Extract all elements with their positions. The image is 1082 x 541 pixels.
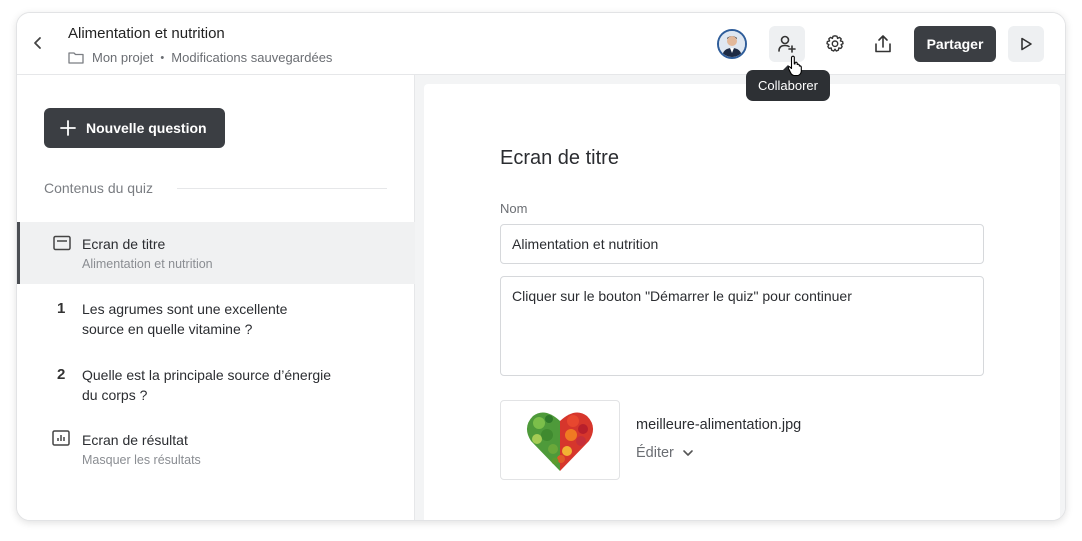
edit-image-button[interactable]: Éditer (636, 445, 694, 461)
screen-title: Ecran de titre (500, 147, 619, 169)
title-screen-icon (53, 235, 71, 251)
separator: • (160, 51, 165, 64)
hand-pointer-icon (787, 55, 803, 82)
question-number: 1 (57, 300, 66, 317)
sidebar-item-sublabel: Alimentation et nutrition (82, 257, 213, 271)
folder-icon (68, 51, 84, 64)
upload-icon (875, 35, 891, 53)
share-button[interactable]: Partager (914, 26, 996, 62)
gear-icon (826, 35, 844, 52)
play-icon (1021, 37, 1032, 51)
play-button[interactable] (1008, 26, 1044, 62)
sidebar-item-label: Quelle est la principale source d’énergi… (82, 367, 332, 403)
app-window: Alimentation et nutrition Mon projet • M… (16, 12, 1066, 521)
top-bar: Alimentation et nutrition Mon projet • M… (17, 13, 1065, 75)
chevron-left-icon (34, 37, 41, 49)
plus-icon (60, 120, 76, 136)
new-question-button[interactable]: Nouvelle question (44, 108, 225, 148)
user-plus-icon (778, 35, 796, 53)
question-number: 2 (57, 366, 66, 383)
sidebar-item-sublabel: Masquer les résultats (82, 453, 201, 467)
breadcrumb: Mon projet • Modifications sauvegardées (68, 50, 332, 65)
sidebar-item-question-2[interactable]: 2 Quelle est la principale source d’éner… (17, 361, 415, 411)
sidebar-item-label: Ecran de résultat (82, 432, 188, 448)
project-link[interactable]: Mon projet (92, 50, 153, 65)
description-field[interactable]: Cliquer sur le bouton "Démarrer le quiz"… (500, 276, 984, 376)
sidebar-item-label: Les agrumes sont une excellente source e… (82, 301, 288, 337)
name-field[interactable] (500, 224, 984, 264)
edit-label: Éditer (636, 445, 674, 461)
quiz-title: Alimentation et nutrition (68, 25, 225, 42)
image-file-name: meilleure-alimentation.jpg (636, 417, 802, 433)
editor-card: Ecran de titre Nom Cliquer sur le bouton… (424, 84, 1060, 520)
sidebar-item-result-screen[interactable]: Ecran de résultat Masquer les résultats (17, 427, 415, 473)
back-button[interactable] (27, 32, 49, 54)
sidebar-item-label: Ecran de titre (82, 236, 166, 252)
bar-chart-icon (52, 430, 70, 446)
section-title: Contenus du quiz (44, 180, 153, 196)
section-divider (177, 188, 387, 189)
quiz-sidebar: Nouvelle question Contenus du quiz Ecran… (17, 75, 415, 520)
name-label: Nom (500, 201, 528, 216)
heart-of-vegetables-image (526, 412, 594, 471)
chevron-down-icon (682, 449, 694, 457)
image-thumbnail[interactable] (500, 400, 620, 480)
user-avatar[interactable] (717, 29, 747, 59)
save-status: Modifications sauvegardées (171, 50, 333, 65)
export-button[interactable] (865, 26, 901, 62)
settings-button[interactable] (817, 26, 853, 62)
sidebar-item-question-1[interactable]: 1 Les agrumes sont une excellente source… (17, 295, 415, 345)
editor-area: Ecran de titre Nom Cliquer sur le bouton… (415, 75, 1065, 520)
sidebar-item-title-screen[interactable]: Ecran de titre Alimentation et nutrition (17, 222, 415, 284)
new-question-label: Nouvelle question (86, 120, 207, 136)
